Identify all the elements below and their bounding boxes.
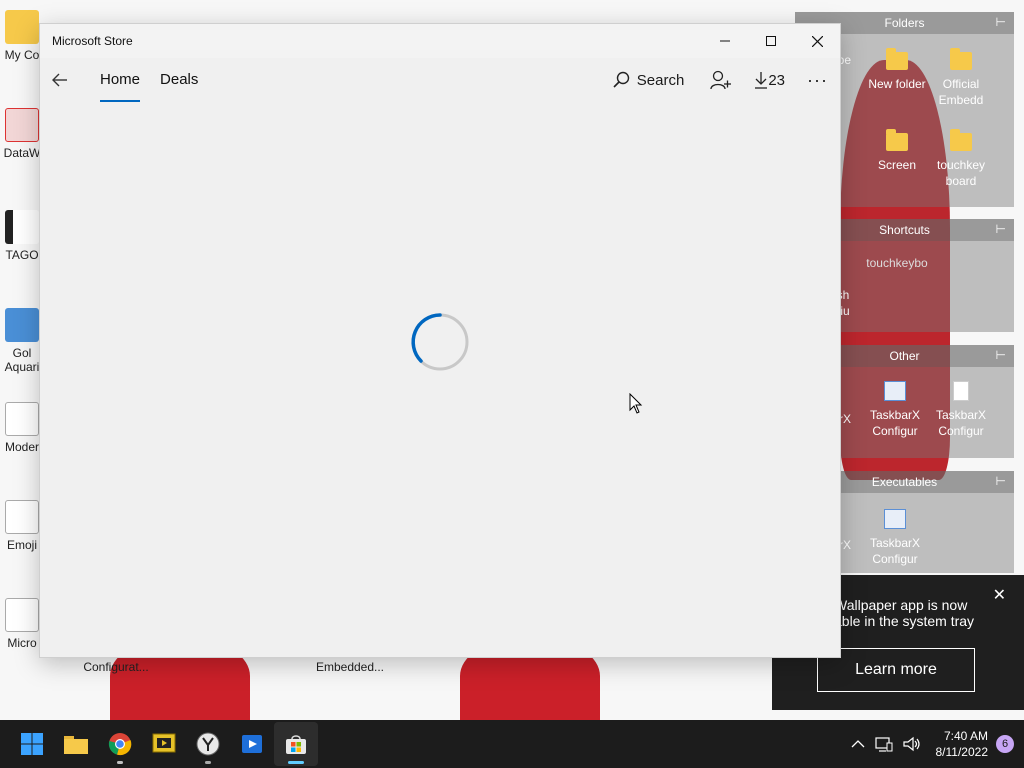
desktop-icon-microsoft[interactable]: Micro (0, 598, 44, 650)
speaker-icon (902, 736, 920, 752)
tab-deals[interactable]: Deals (160, 58, 198, 102)
arrow-left-icon (52, 73, 67, 87)
maximize-icon (766, 36, 776, 46)
fence-item-taskbarx-configurator[interactable]: TaskbarX Configur (863, 381, 927, 439)
taskbar: 7:40 AM 8/11/2022 6 (0, 720, 1024, 768)
taskbar-chrome[interactable] (98, 722, 142, 766)
network-button[interactable] (874, 736, 893, 752)
more-options-button[interactable]: ··· (807, 70, 828, 91)
fence-item-official-embedd[interactable]: Official Embedd (929, 48, 993, 108)
nav-actions: Search 23 ··· (613, 58, 840, 102)
fence-item-taskbarx-configurator-file[interactable]: TaskbarX Configur (929, 381, 993, 439)
downloads-button[interactable]: 23 (754, 71, 785, 89)
running-indicator (288, 761, 304, 764)
folder-icon (64, 736, 88, 754)
maximize-button[interactable] (748, 24, 794, 58)
close-button[interactable] (794, 24, 840, 58)
taskbar-yandex-browser[interactable] (186, 722, 230, 766)
pin-icon[interactable]: ⊢ (996, 15, 1006, 29)
folder-icon (886, 48, 908, 70)
learn-more-button[interactable]: Learn more (817, 648, 975, 692)
window-title: Microsoft Store (52, 34, 133, 48)
person-add-icon (710, 70, 732, 90)
start-button[interactable] (10, 722, 54, 766)
search-label: Search (636, 71, 685, 89)
file-icon (953, 381, 969, 401)
window-controls (702, 24, 840, 58)
desktop-icon-embedded[interactable]: Embedded... (312, 660, 388, 674)
gear-file-icon (5, 402, 39, 436)
close-icon (811, 35, 823, 47)
fence-item-new-folder[interactable]: New folder (865, 48, 929, 92)
loading-spinner-icon (411, 313, 469, 371)
gear-file-icon (5, 598, 39, 632)
store-bag-icon (286, 735, 306, 754)
star-burst-icon (5, 108, 39, 142)
fence-item-touchkeyboard[interactable]: touchkey board (929, 129, 993, 189)
clock-date: 8/11/2022 (935, 745, 989, 759)
network-monitor-icon (874, 737, 892, 752)
download-icon (755, 72, 768, 89)
minimize-button[interactable] (702, 24, 748, 58)
search-icon (613, 71, 629, 88)
desktop-icon-modern[interactable]: Moder (0, 402, 44, 454)
app-window-icon (884, 381, 906, 401)
fence-item-taskbarx-configurator[interactable]: TaskbarX Configur (863, 509, 927, 567)
fence-item-screen[interactable]: Screen (865, 129, 929, 173)
aquarium-icon (5, 308, 39, 342)
desktop: My Co DataW TAGO Gol Aquari Moder Emoji … (0, 0, 1024, 720)
desktop-icon-gold-aquarium[interactable]: Gol Aquari (0, 308, 44, 374)
pin-icon[interactable]: ⊢ (996, 474, 1006, 488)
slideshow-icon (152, 733, 176, 753)
notification-message: Wallpaper app is now able in the system … (834, 597, 975, 629)
desktop-icon-configurator[interactable]: Configurat... (78, 660, 154, 674)
tab-home[interactable]: Home (100, 58, 141, 102)
search-button[interactable]: Search (613, 71, 685, 89)
desktop-icon-emoji[interactable]: Emoji (0, 500, 44, 552)
downloads-count: 23 (768, 71, 786, 89)
back-button[interactable] (40, 60, 80, 100)
folder-icon (886, 129, 908, 151)
clock-time: 7:40 AM (943, 729, 988, 743)
fence-title: Executables (871, 475, 938, 489)
notification-badge[interactable]: 6 (996, 735, 1014, 753)
film-play-icon (242, 735, 262, 753)
fence-item-touchkeybo[interactable]: touchkeybo (857, 255, 937, 271)
account-button[interactable] (710, 70, 732, 90)
microsoft-store-window: Microsoft Store Home Deals Search 23 ··· (40, 24, 840, 657)
folder-icon (950, 129, 972, 151)
chrome-icon (108, 733, 132, 756)
show-hidden-icons-button[interactable] (851, 739, 865, 749)
taskbar-file-explorer[interactable] (54, 722, 98, 766)
chevron-up-icon (851, 740, 864, 748)
minimize-icon (720, 40, 730, 42)
taskbar-media-app[interactable] (142, 722, 186, 766)
taskbar-video-app[interactable] (230, 722, 274, 766)
clock[interactable]: 7:40 AM 8/11/2022 (936, 728, 989, 760)
fence-title: Folders (884, 16, 925, 30)
fence-title: Other (889, 349, 920, 363)
volume-button[interactable] (902, 736, 921, 752)
pin-icon[interactable]: ⊢ (996, 222, 1006, 236)
fence-title: Shortcuts (879, 223, 930, 237)
tago-logo-icon (5, 210, 39, 244)
folder-icon (950, 48, 972, 70)
close-icon[interactable]: ✕ (993, 585, 1006, 605)
pin-icon[interactable]: ⊢ (996, 348, 1006, 362)
desktop-icon-dataw[interactable]: DataW (0, 108, 44, 160)
running-indicator (205, 761, 211, 764)
store-nav-bar: Home Deals Search 23 ··· (40, 58, 840, 102)
mouse-cursor-icon (629, 393, 643, 414)
running-indicator (117, 761, 123, 764)
desktop-icon-tago[interactable]: TAGO (0, 210, 44, 262)
gear-file-icon (5, 500, 39, 534)
title-bar[interactable]: Microsoft Store (40, 24, 840, 58)
y-browser-icon (196, 732, 220, 756)
desktop-icon-my-computer[interactable]: My Co (0, 10, 44, 62)
folder-icon (5, 10, 39, 44)
app-window-icon (884, 509, 906, 529)
windows-logo-icon (21, 733, 43, 755)
system-tray: 7:40 AM 8/11/2022 6 (846, 720, 1024, 768)
taskbar-microsoft-store[interactable] (274, 722, 318, 766)
